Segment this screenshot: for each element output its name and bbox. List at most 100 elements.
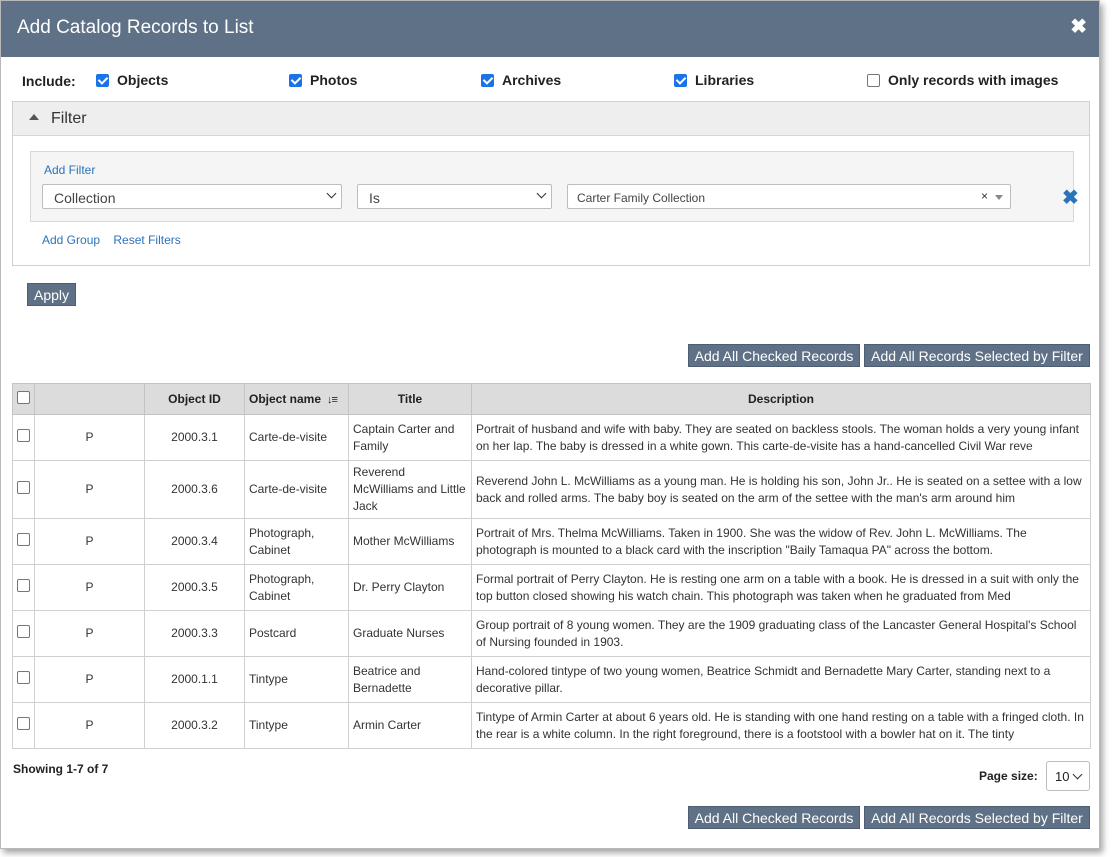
object-id-cell: 2000.3.1 bbox=[144, 414, 245, 461]
object-id-cell: 2000.1.1 bbox=[144, 656, 245, 703]
object-id-cell: 2000.3.4 bbox=[144, 518, 245, 565]
type-column-header bbox=[34, 383, 145, 415]
reset-filters-link[interactable]: Reset Filters bbox=[113, 233, 180, 247]
checkbox-checked-icon[interactable] bbox=[481, 73, 494, 87]
row-checkbox[interactable] bbox=[17, 532, 30, 546]
object-name-column-header[interactable]: Object name ↓≡ bbox=[244, 383, 349, 415]
object-name-cell: Postcard bbox=[244, 610, 349, 657]
title-cell: Reverend McWilliams and Little Jack bbox=[348, 460, 472, 519]
table-header-row: Object ID Object name ↓≡ Title Descriptio… bbox=[12, 383, 1091, 415]
row-checkbox[interactable] bbox=[17, 670, 30, 684]
dialog-title: Add Catalog Records to List bbox=[17, 17, 254, 38]
row-checkbox[interactable] bbox=[17, 578, 30, 592]
record-type-cell: P bbox=[34, 460, 145, 519]
title-column-header[interactable]: Title bbox=[348, 383, 472, 415]
object-id-column-header[interactable]: Object ID bbox=[144, 383, 245, 415]
add-filtered-records-button-top[interactable]: Add All Records Selected by Filter bbox=[864, 344, 1090, 367]
checkbox-unchecked-icon[interactable] bbox=[867, 73, 880, 87]
remove-filter-icon[interactable]: ✖ bbox=[1062, 185, 1079, 210]
title-cell: Dr. Perry Clayton bbox=[348, 564, 472, 611]
checkbox-checked-icon[interactable] bbox=[96, 73, 109, 87]
include-archives-checkbox[interactable]: Archives bbox=[481, 72, 561, 88]
filter-header[interactable]: Filter bbox=[13, 102, 1089, 136]
filter-field-select[interactable]: Collection bbox=[42, 184, 342, 209]
chevron-down-icon bbox=[326, 188, 337, 199]
table-row[interactable]: P 2000.3.2 Tintype Armin Carter Tintype of A… bbox=[12, 702, 1091, 749]
collapse-triangle-icon[interactable] bbox=[29, 114, 39, 120]
dialog-titlebar: Add Catalog Records to List ✖ bbox=[1, 1, 1099, 57]
object-id-cell: 2000.3.2 bbox=[144, 702, 245, 749]
row-select-cell[interactable] bbox=[12, 656, 35, 703]
include-label: Include: bbox=[22, 73, 76, 89]
filter-value-select[interactable]: Carter Family Collection × bbox=[567, 184, 1011, 209]
row-select-cell[interactable] bbox=[12, 564, 35, 611]
only-with-images-checkbox[interactable]: Only records with images bbox=[867, 72, 1058, 88]
description-text: Formal portrait of Perry Clayton. He is … bbox=[476, 571, 1086, 605]
filter-links: Add Group Reset Filters bbox=[42, 233, 191, 247]
record-count: Showing 1-7 of 7 bbox=[13, 762, 109, 776]
apply-button[interactable]: Apply bbox=[27, 283, 76, 306]
table-row[interactable]: P 2000.1.1 Tintype Beatrice and Bernadette H… bbox=[12, 656, 1091, 703]
filter-rule-box: Add Filter Collection Is Carter Family C… bbox=[30, 151, 1079, 222]
row-select-cell[interactable] bbox=[12, 702, 35, 749]
add-filter-link[interactable]: Add Filter bbox=[44, 163, 95, 177]
description-text: Group portrait of 8 young women. They ar… bbox=[476, 617, 1086, 651]
object-id-cell: 2000.3.3 bbox=[144, 610, 245, 657]
object-id-cell: 2000.3.5 bbox=[144, 564, 245, 611]
row-checkbox[interactable] bbox=[17, 624, 30, 638]
table-row[interactable]: P 2000.3.5 Photograph, Cabinet Dr. Perry Cl… bbox=[12, 564, 1091, 611]
title-cell: Beatrice and Bernadette bbox=[348, 656, 472, 703]
select-all-header[interactable] bbox=[12, 383, 35, 415]
description-cell: Portrait of Mrs. Thelma McWilliams. Take… bbox=[471, 518, 1091, 565]
include-objects-checkbox[interactable]: Objects bbox=[96, 72, 168, 88]
description-text: Tintype of Armin Carter at about 6 years… bbox=[476, 709, 1086, 743]
table-row[interactable]: P 2000.3.6 Carte-de-visite Reverend McWilli… bbox=[12, 460, 1091, 519]
chevron-down-icon bbox=[536, 188, 547, 199]
include-photos-checkbox[interactable]: Photos bbox=[289, 72, 357, 88]
object-name-cell: Carte-de-visite bbox=[244, 414, 349, 461]
row-checkbox[interactable] bbox=[17, 480, 30, 494]
records-table: Object ID Object name ↓≡ Title Descriptio… bbox=[12, 383, 1091, 749]
title-cell: Captain Carter and Family bbox=[348, 414, 472, 461]
title-cell: Mother McWilliams bbox=[348, 518, 472, 565]
description-cell: Group portrait of 8 young women. They ar… bbox=[471, 610, 1091, 657]
object-name-cell: Photograph, Cabinet bbox=[244, 518, 349, 565]
row-checkbox[interactable] bbox=[17, 428, 30, 442]
add-checked-records-button-top[interactable]: Add All Checked Records bbox=[688, 344, 860, 367]
record-type-cell: P bbox=[34, 702, 145, 749]
filter-operator-select[interactable]: Is bbox=[357, 184, 552, 209]
description-column-header[interactable]: Description bbox=[471, 383, 1091, 415]
chevron-down-icon bbox=[1072, 769, 1083, 780]
dropdown-arrow-icon[interactable] bbox=[995, 195, 1003, 200]
row-select-cell[interactable] bbox=[12, 518, 35, 565]
page-size-label: Page size: bbox=[979, 769, 1038, 783]
table-row[interactable]: P 2000.3.1 Carte-de-visite Captain Carter a… bbox=[12, 414, 1091, 461]
page-size-select[interactable]: 10 bbox=[1046, 761, 1090, 791]
record-type-cell: P bbox=[34, 518, 145, 565]
table-row[interactable]: P 2000.3.4 Photograph, Cabinet Mother McWil… bbox=[12, 518, 1091, 565]
table-row[interactable]: P 2000.3.3 Postcard Graduate Nurses Group po… bbox=[12, 610, 1091, 657]
add-checked-records-button-bottom[interactable]: Add All Checked Records bbox=[688, 806, 860, 829]
select-all-checkbox[interactable] bbox=[17, 391, 30, 404]
record-type-cell: P bbox=[34, 656, 145, 703]
close-icon[interactable]: ✖ bbox=[1070, 14, 1087, 39]
clear-value-icon[interactable]: × bbox=[981, 189, 988, 203]
object-name-cell: Tintype bbox=[244, 702, 349, 749]
include-libraries-checkbox[interactable]: Libraries bbox=[674, 72, 754, 88]
row-select-cell[interactable] bbox=[12, 414, 35, 461]
add-filtered-records-button-bottom[interactable]: Add All Records Selected by Filter bbox=[864, 806, 1090, 829]
object-name-cell: Photograph, Cabinet bbox=[244, 564, 349, 611]
sort-ascending-icon[interactable]: ↓≡ bbox=[327, 394, 338, 406]
description-text: Reverend John L. McWilliams as a young m… bbox=[476, 473, 1086, 507]
checkbox-checked-icon[interactable] bbox=[289, 73, 302, 87]
add-group-link[interactable]: Add Group bbox=[42, 233, 100, 247]
record-type-cell: P bbox=[34, 564, 145, 611]
row-select-cell[interactable] bbox=[12, 610, 35, 657]
description-cell: Hand-colored tintype of two young women,… bbox=[471, 656, 1091, 703]
title-cell: Armin Carter bbox=[348, 702, 472, 749]
filter-panel: Filter Add Filter Collection Is Carter F… bbox=[12, 101, 1090, 266]
row-select-cell[interactable] bbox=[12, 460, 35, 519]
description-text: Portrait of husband and wife with baby. … bbox=[476, 421, 1086, 455]
checkbox-checked-icon[interactable] bbox=[674, 73, 687, 87]
row-checkbox[interactable] bbox=[17, 716, 30, 730]
